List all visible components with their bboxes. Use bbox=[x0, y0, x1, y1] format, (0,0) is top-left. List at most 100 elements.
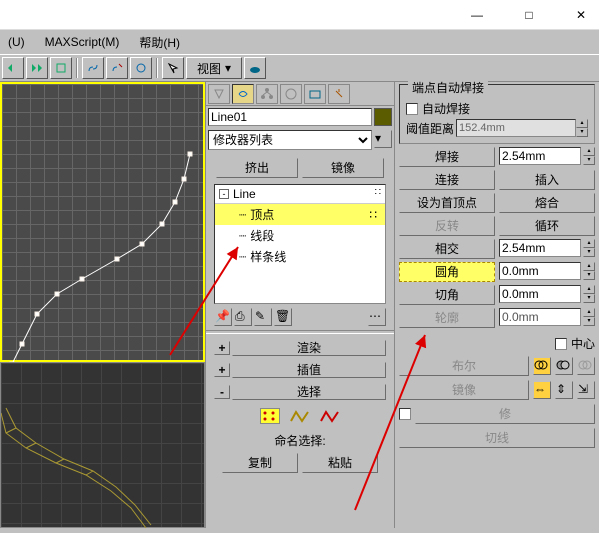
trim-checkbox[interactable] bbox=[399, 408, 411, 420]
spin-up-icon[interactable]: ▴ bbox=[583, 308, 595, 317]
mirror-button[interactable]: 镜像 bbox=[302, 158, 384, 178]
outline-val-input[interactable] bbox=[499, 308, 581, 326]
spin-up-icon[interactable]: ▴ bbox=[576, 119, 588, 128]
make-unique-icon[interactable]: ✎ bbox=[254, 308, 272, 326]
autoweld-checkbox[interactable] bbox=[406, 103, 418, 115]
toolbar-unlink-icon[interactable] bbox=[106, 57, 128, 79]
hierarchy-tab-icon[interactable] bbox=[256, 84, 278, 104]
rollup-toggle[interactable]: + bbox=[214, 363, 230, 377]
toolbar-btn-1[interactable] bbox=[2, 57, 24, 79]
weld-button[interactable]: 焊接 bbox=[399, 147, 495, 167]
menu-u[interactable]: (U) bbox=[4, 33, 29, 51]
spin-up-icon[interactable]: ▴ bbox=[583, 285, 595, 294]
bool-intersect-icon[interactable] bbox=[577, 357, 595, 375]
toolbar-teapot-icon[interactable] bbox=[244, 57, 266, 79]
spin-up-icon[interactable]: ▴ bbox=[583, 262, 595, 271]
rollup-toggle[interactable]: - bbox=[214, 385, 230, 399]
spin-up-icon[interactable]: ▴ bbox=[583, 239, 595, 248]
modifier-config-button[interactable]: ▾ bbox=[374, 130, 392, 148]
menu-help[interactable]: 帮助(H) bbox=[135, 32, 184, 53]
object-name-input[interactable] bbox=[208, 108, 372, 126]
modifier-list-dropdown[interactable]: 修改器列表 bbox=[208, 130, 372, 150]
spin-down-icon[interactable]: ▾ bbox=[583, 294, 595, 303]
viewport-bottom[interactable] bbox=[0, 362, 205, 528]
panel-divider bbox=[206, 330, 394, 334]
weld-val-spinner: ▴▾ bbox=[499, 147, 595, 167]
toolbar-link-icon[interactable] bbox=[82, 57, 104, 79]
toolbar-select-icon[interactable] bbox=[162, 57, 184, 79]
boolean-button[interactable]: 布尔 bbox=[399, 356, 529, 376]
toolbar-btn-3[interactable] bbox=[50, 57, 72, 79]
bool-subtract-icon[interactable] bbox=[555, 357, 573, 375]
window-titlebar: — □ ✕ bbox=[0, 0, 599, 30]
mirror-button-2[interactable]: 镜像 bbox=[399, 380, 529, 400]
show-result-icon[interactable]: ⎙ bbox=[234, 308, 252, 326]
spin-down-icon[interactable]: ▾ bbox=[583, 271, 595, 280]
connect-button[interactable]: 连接 bbox=[399, 170, 495, 190]
spin-down-icon[interactable]: ▾ bbox=[583, 317, 595, 326]
insert-button[interactable]: 插入 bbox=[499, 170, 595, 190]
modifier-stack[interactable]: - Line ∷ ┈ 顶点 ∷ ┈ 线段 ┈ 样条线 bbox=[214, 184, 386, 304]
spin-down-icon[interactable]: ▾ bbox=[583, 156, 595, 165]
close-button[interactable]: ✕ bbox=[567, 3, 595, 27]
object-color-swatch[interactable] bbox=[374, 108, 392, 126]
stack-item-segment[interactable]: ┈ 线段 bbox=[215, 225, 385, 246]
cycle-button[interactable]: 循环 bbox=[499, 216, 595, 236]
spline-level-icon[interactable] bbox=[320, 409, 340, 423]
mirror-h-icon[interactable]: ⇔ bbox=[533, 381, 551, 399]
spin-down-icon[interactable]: ▾ bbox=[576, 128, 588, 137]
stack-item-vertex[interactable]: ┈ 顶点 ∷ bbox=[215, 204, 385, 225]
copy-button[interactable]: 复制 bbox=[222, 453, 298, 473]
minimize-button[interactable]: — bbox=[463, 3, 491, 27]
spin-up-icon[interactable]: ▴ bbox=[583, 147, 595, 156]
mirror-v-icon[interactable]: ⇕ bbox=[555, 381, 573, 399]
reverse-button[interactable]: 反转 bbox=[399, 216, 495, 236]
dot-icon: ∷ bbox=[369, 208, 377, 222]
pushpin-icon[interactable]: 📌 bbox=[214, 308, 232, 326]
makefirst-button[interactable]: 设为首顶点 bbox=[399, 193, 495, 213]
configure-stack-icon[interactable]: ⋯ bbox=[368, 308, 386, 326]
mirror-both-icon[interactable]: ⇲ bbox=[577, 381, 595, 399]
extrude-button[interactable]: 挤出 bbox=[216, 158, 298, 178]
center-checkbox[interactable] bbox=[555, 338, 567, 350]
threshold-input[interactable] bbox=[456, 119, 576, 137]
motion-tab-icon[interactable] bbox=[280, 84, 302, 104]
fuse-button[interactable]: 熔合 bbox=[499, 193, 595, 213]
trim-button[interactable]: 修 bbox=[415, 404, 595, 424]
maximize-button[interactable]: □ bbox=[515, 3, 543, 27]
fillet-val-input[interactable] bbox=[499, 262, 581, 280]
stack-item-spline[interactable]: ┈ 样条线 bbox=[215, 246, 385, 267]
rollup-render-title[interactable]: 渲染 bbox=[232, 340, 386, 356]
crossinsert-button[interactable]: 相交 bbox=[399, 239, 495, 259]
modify-tab-icon[interactable] bbox=[232, 84, 254, 104]
collapse-icon[interactable]: - bbox=[219, 189, 229, 199]
weld-val-input[interactable] bbox=[499, 147, 581, 165]
chamfer-val-spinner: ▴▾ bbox=[499, 285, 595, 305]
toolbar-viewsel[interactable]: 视图▾ bbox=[186, 57, 242, 79]
segment-level-icon[interactable] bbox=[290, 409, 310, 423]
cross-val-input[interactable] bbox=[499, 239, 581, 257]
fillet-button[interactable]: 圆角 bbox=[399, 262, 495, 282]
object-name-row bbox=[206, 106, 394, 128]
menu-maxscript[interactable]: MAXScript(M) bbox=[41, 33, 124, 51]
utilities-tab-icon[interactable] bbox=[328, 84, 350, 104]
vertex-level-icon[interactable] bbox=[260, 408, 280, 424]
display-tab-icon[interactable] bbox=[304, 84, 326, 104]
remove-mod-icon[interactable]: 🗑 bbox=[274, 308, 292, 326]
stack-root[interactable]: - Line ∷ bbox=[215, 185, 385, 204]
cut-button[interactable]: 切线 bbox=[399, 428, 595, 448]
rollup-toggle[interactable]: + bbox=[214, 341, 230, 355]
create-tab-icon[interactable] bbox=[208, 84, 230, 104]
toolbar-bind-icon[interactable] bbox=[130, 57, 152, 79]
spin-down-icon[interactable]: ▾ bbox=[583, 248, 595, 257]
paste-button[interactable]: 粘贴 bbox=[302, 453, 378, 473]
rollup-interp-title[interactable]: 插值 bbox=[232, 362, 386, 378]
rollup-select-title[interactable]: 选择 bbox=[232, 384, 386, 400]
viewport-top[interactable] bbox=[0, 82, 205, 362]
toolbar-btn-2[interactable] bbox=[26, 57, 48, 79]
chamfer-val-input[interactable] bbox=[499, 285, 581, 303]
outline-button[interactable]: 轮廓 bbox=[399, 308, 495, 328]
chamfer-button[interactable]: 切角 bbox=[399, 285, 495, 305]
stack-root-label: Line bbox=[233, 187, 256, 201]
bool-union-icon[interactable] bbox=[533, 357, 551, 375]
